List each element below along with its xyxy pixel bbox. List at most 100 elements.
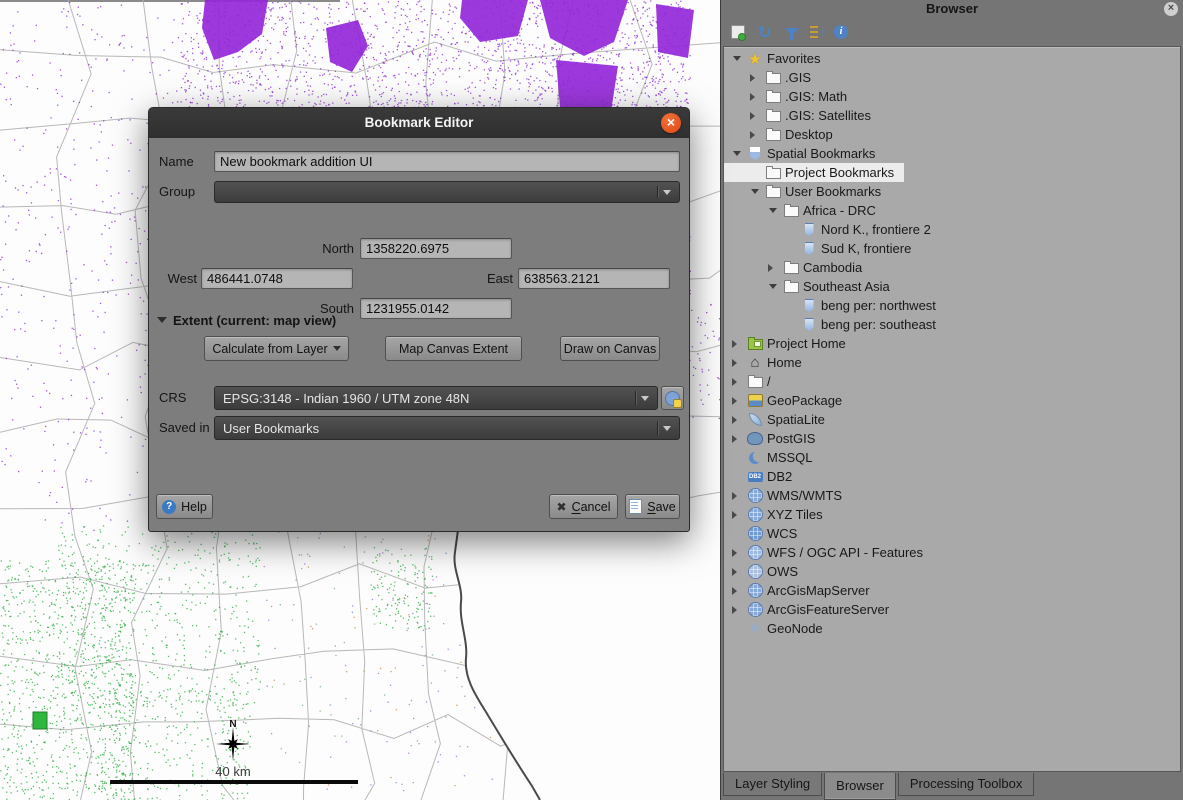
expander-closed-icon[interactable] xyxy=(730,568,743,576)
expander-closed-icon[interactable] xyxy=(730,587,743,595)
filter-browser-icon[interactable] xyxy=(783,24,800,41)
tree-item-label: OWS xyxy=(767,564,798,579)
tree-item-wms-wmts[interactable]: WMS/WMTS xyxy=(724,486,852,505)
properties-info-icon[interactable]: i xyxy=(834,25,848,39)
sbm-icon xyxy=(747,146,763,162)
save-button[interactable]: Save xyxy=(625,494,680,519)
expander-closed-icon[interactable] xyxy=(748,131,761,139)
expander-closed-icon[interactable] xyxy=(748,74,761,82)
expander-closed-icon[interactable] xyxy=(730,492,743,500)
tab-browser[interactable]: Browser xyxy=(824,773,896,800)
east-input[interactable] xyxy=(518,268,670,289)
tab-layer-styling[interactable]: Layer Styling xyxy=(723,773,822,796)
expander-closed-icon[interactable] xyxy=(748,112,761,120)
tree-item-label: WCS xyxy=(767,526,797,541)
expander-closed-icon[interactable] xyxy=(730,340,743,348)
close-panel-icon[interactable]: × xyxy=(1164,2,1178,16)
tree-item-spatialite[interactable]: SpatiaLite xyxy=(724,410,835,429)
tree-item-label: beng per: northwest xyxy=(821,298,936,313)
tree-item-beng-per-southeast[interactable]: beng per: southeast xyxy=(724,315,946,334)
calculate-from-layer-button[interactable]: Calculate from Layer xyxy=(204,336,349,361)
tree-item-home[interactable]: ⌂Home xyxy=(724,353,812,372)
tree-item-arcgisfeatureserver[interactable]: ArcGisFeatureServer xyxy=(724,600,899,619)
expander-closed-icon[interactable] xyxy=(730,435,743,443)
dock-tab-bar: Layer StylingBrowserProcessing Toolbox xyxy=(721,773,1183,800)
draw-on-canvas-button[interactable]: Draw on Canvas xyxy=(560,336,660,361)
south-input[interactable] xyxy=(360,298,512,319)
expander-closed-icon[interactable] xyxy=(730,511,743,519)
tree-item-wfs-ogc-api-features[interactable]: WFS / OGC API - Features xyxy=(724,543,933,562)
dialog-titlebar[interactable]: Bookmark Editor xyxy=(149,108,689,138)
expander-closed-icon[interactable] xyxy=(730,416,743,424)
name-input[interactable] xyxy=(214,151,680,172)
tree-item-label: ArcGisFeatureServer xyxy=(767,602,889,617)
tree-item-cambodia[interactable]: Cambodia xyxy=(724,258,872,277)
tree-item-user-bookmarks[interactable]: User Bookmarks xyxy=(724,182,891,201)
ows-icon xyxy=(747,564,763,580)
extent-collapse-icon[interactable] xyxy=(157,317,167,328)
tree-item-label: Favorites xyxy=(767,51,820,66)
tree-item-label: Africa - DRC xyxy=(803,203,876,218)
expander-closed-icon[interactable] xyxy=(730,378,743,386)
chevron-down-icon xyxy=(333,346,341,355)
expander-closed-icon[interactable] xyxy=(730,549,743,557)
bookmark-icon xyxy=(801,317,817,333)
tree-item-label: .GIS: Math xyxy=(785,89,847,104)
west-input[interactable] xyxy=(201,268,353,289)
help-button[interactable]: ? Help xyxy=(156,494,213,519)
tree-item-southeast-asia[interactable]: Southeast Asia xyxy=(724,277,900,296)
tree-item-spatial-bookmarks[interactable]: Spatial Bookmarks xyxy=(724,144,885,163)
tree-item-mssql[interactable]: MSSQL xyxy=(724,448,823,467)
north-input[interactable] xyxy=(360,238,512,259)
tree-item-xyz-tiles[interactable]: XYZ Tiles xyxy=(724,505,833,524)
tree-item-label: MSSQL xyxy=(767,450,813,465)
group-label: Group xyxy=(159,181,195,203)
expander-closed-icon[interactable] xyxy=(748,93,761,101)
group-select[interactable] xyxy=(214,181,680,203)
expander-closed-icon[interactable] xyxy=(730,606,743,614)
globe-icon xyxy=(747,488,763,504)
tree-item-item[interactable]: / xyxy=(724,372,781,391)
qgis-window: N 40 km Bookmark Editor × Name Group Ext… xyxy=(0,0,1183,800)
close-icon[interactable]: × xyxy=(661,113,681,133)
tree-item-wcs[interactable]: WCS xyxy=(724,524,807,543)
expander-open-icon[interactable] xyxy=(766,204,779,217)
expander-open-icon[interactable] xyxy=(766,280,779,293)
tree-item-beng-per-northwest[interactable]: beng per: northwest xyxy=(724,296,946,315)
calculate-from-layer-label: Calculate from Layer xyxy=(212,342,327,356)
collapse-all-icon[interactable] xyxy=(810,26,818,39)
tree-item-project-bookmarks[interactable]: Project Bookmarks xyxy=(724,163,904,182)
add-selected-layers-icon[interactable] xyxy=(729,24,746,41)
tree-item-favorites[interactable]: ★Favorites xyxy=(724,49,830,68)
expander-closed-icon[interactable] xyxy=(730,359,743,367)
tree-item-project-home[interactable]: Project Home xyxy=(724,334,856,353)
tree-item-gis[interactable]: .GIS xyxy=(724,68,821,87)
tree-item-ows[interactable]: OWS xyxy=(724,562,808,581)
crs-picker-button[interactable] xyxy=(661,386,684,410)
tab-processing-toolbox[interactable]: Processing Toolbox xyxy=(898,773,1035,796)
tree-item-label: WMS/WMTS xyxy=(767,488,842,503)
tree-item-gis-math[interactable]: .GIS: Math xyxy=(724,87,857,106)
cancel-button[interactable]: ✖ Cancel xyxy=(549,494,618,519)
tree-item-geonode[interactable]: ✳GeoNode xyxy=(724,619,833,638)
tree-item-africa-drc[interactable]: Africa - DRC xyxy=(724,201,886,220)
expander-open-icon[interactable] xyxy=(748,185,761,198)
expander-closed-icon[interactable] xyxy=(730,397,743,405)
tree-item-label: ArcGisMapServer xyxy=(767,583,870,598)
tree-item-sud-k-frontiere[interactable]: Sud K, frontiere xyxy=(724,239,921,258)
tree-item-postgis[interactable]: PostGIS xyxy=(724,429,825,448)
expander-closed-icon[interactable] xyxy=(766,264,779,272)
tree-item-desktop[interactable]: Desktop xyxy=(724,125,843,144)
map-canvas-extent-button[interactable]: Map Canvas Extent xyxy=(385,336,522,361)
browser-tree: ★Favorites.GIS .GIS: Math .GIS: Satellites… xyxy=(723,46,1181,772)
tree-item-gis-satellites[interactable]: .GIS: Satellites xyxy=(724,106,881,125)
saved-in-select[interactable]: User Bookmarks xyxy=(214,416,680,440)
expander-open-icon[interactable] xyxy=(730,52,743,65)
tree-item-arcgismapserver[interactable]: ArcGisMapServer xyxy=(724,581,880,600)
crs-select[interactable]: EPSG:3148 - Indian 1960 / UTM zone 48N xyxy=(214,386,658,410)
tree-item-db2[interactable]: DB2DB2 xyxy=(724,467,802,486)
tree-item-nord-k-frontiere-2[interactable]: Nord K., frontiere 2 xyxy=(724,220,941,239)
tree-item-geopackage[interactable]: GeoPackage xyxy=(724,391,852,410)
expander-open-icon[interactable] xyxy=(730,147,743,160)
refresh-icon[interactable]: ↻ xyxy=(756,24,773,41)
